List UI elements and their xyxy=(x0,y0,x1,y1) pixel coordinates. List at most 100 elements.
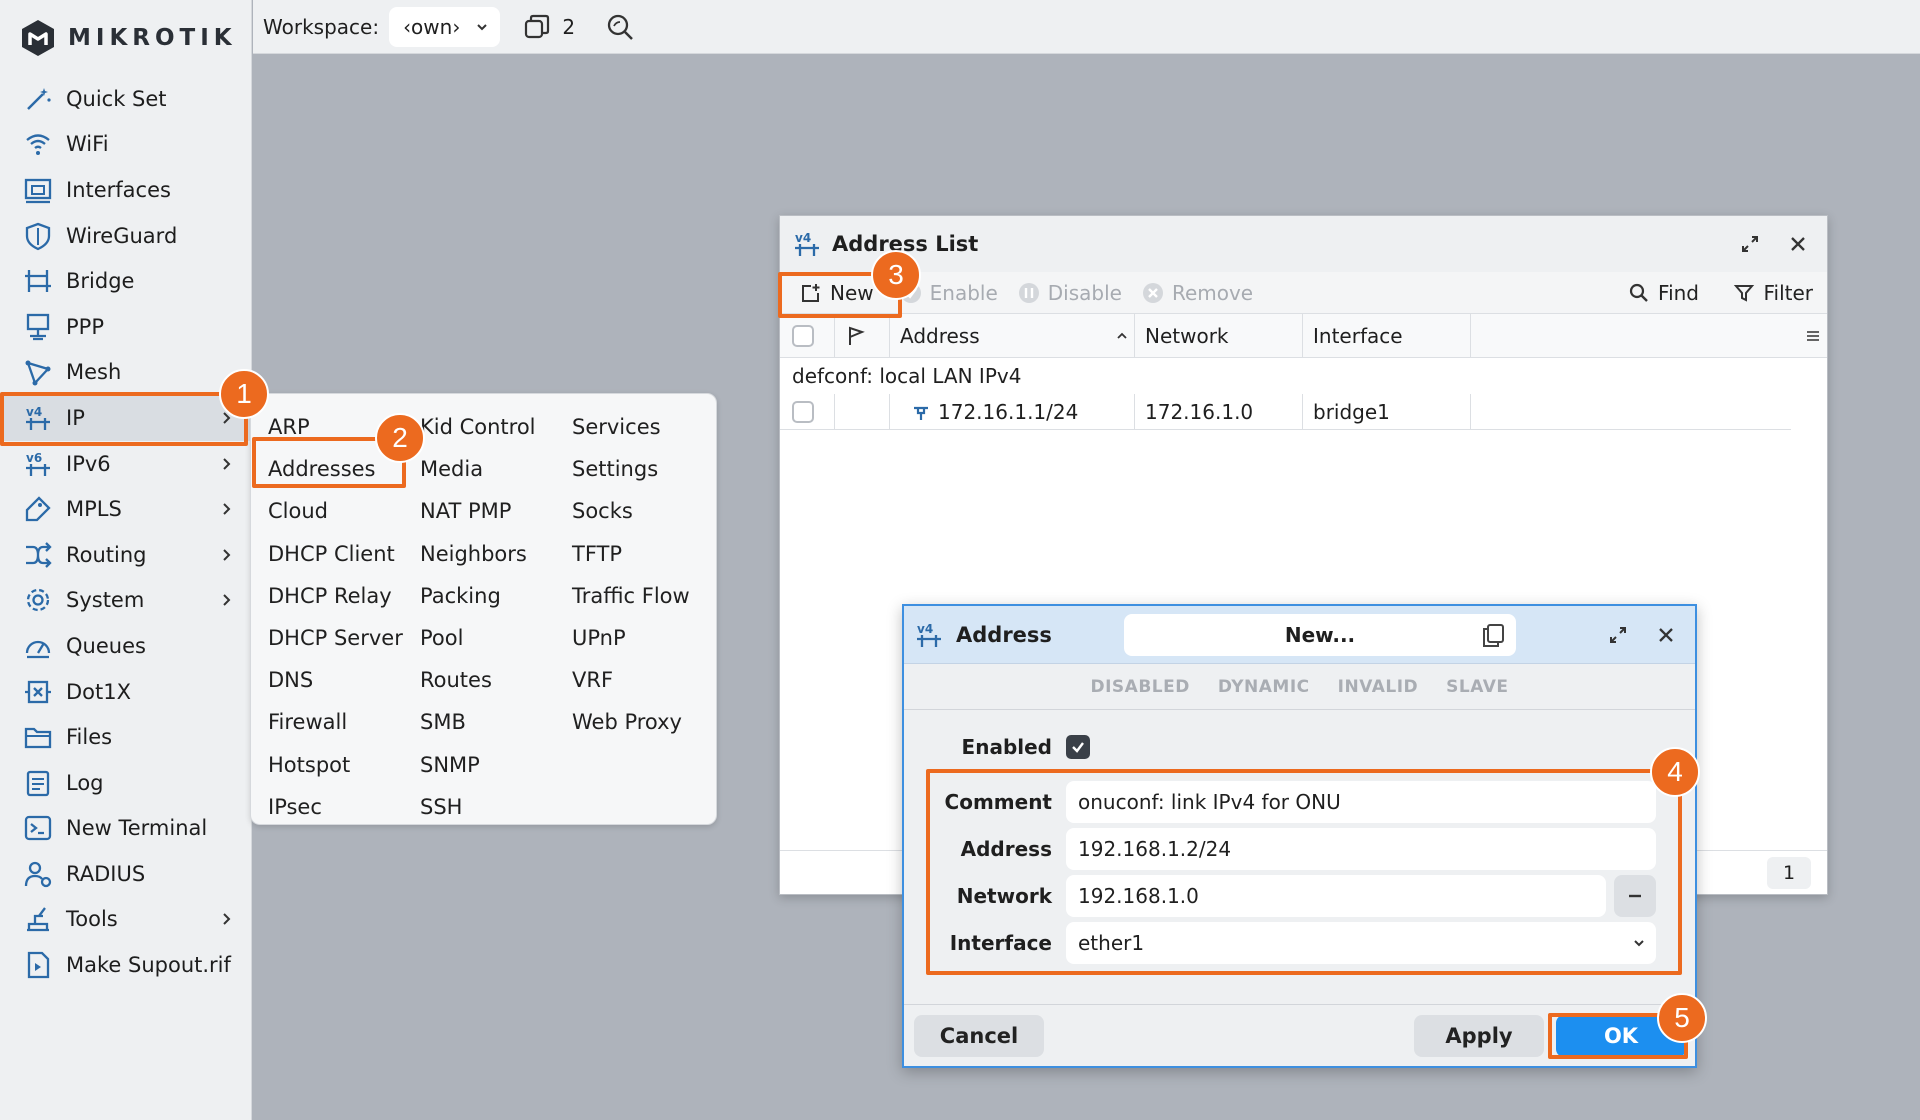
sidebar-item-label: MPLS xyxy=(66,497,122,522)
network-input[interactable]: 192.168.1.0 xyxy=(1066,875,1606,917)
search-zoom-icon[interactable] xyxy=(605,12,635,42)
comment-input[interactable]: onuconf: link IPv4 for ONU xyxy=(1066,781,1656,823)
menu-item-upnp[interactable]: UPnP xyxy=(562,617,714,659)
sidebar-item-dot1x[interactable]: Dot1X xyxy=(0,669,252,715)
sidebar-item-interfaces[interactable]: Interfaces xyxy=(0,167,252,213)
menu-item-ssh[interactable]: SSH xyxy=(410,786,562,828)
sidebar: MIKROTIK Quick Set WiFi Interfaces WireG… xyxy=(0,0,252,1120)
sidebar-item-queues[interactable]: Queues xyxy=(0,623,252,669)
minus-icon xyxy=(1629,894,1641,898)
copy-icon[interactable] xyxy=(1480,622,1506,648)
menu-item-dhcp-client[interactable]: DHCP Client xyxy=(258,533,410,575)
column-menu-icon[interactable] xyxy=(1805,328,1821,344)
menu-item-tftp[interactable]: TFTP xyxy=(562,533,714,575)
dialog-name-field[interactable]: New... xyxy=(1124,614,1516,656)
select-all-checkbox[interactable] xyxy=(792,324,814,347)
new-button[interactable]: New xyxy=(790,281,884,305)
address-list-titlebar[interactable]: v4 Address List xyxy=(780,216,1827,272)
sidebar-item-routing[interactable]: Routing xyxy=(0,532,252,578)
sidebar-item-ppp[interactable]: PPP xyxy=(0,304,252,350)
menu-item-routes[interactable]: Routes xyxy=(410,659,562,701)
sidebar-item-label: Files xyxy=(66,725,113,750)
sidebar-item-label: PPP xyxy=(66,314,104,339)
menu-item-ipsec[interactable]: IPsec xyxy=(258,786,410,828)
table-row[interactable]: 172.16.1.1/24 172.16.1.0 bridge1 xyxy=(780,393,1791,430)
close-icon[interactable] xyxy=(1655,624,1677,646)
menu-item-cloud[interactable]: Cloud xyxy=(258,490,410,532)
menu-item-media[interactable]: Media xyxy=(410,448,562,490)
sidebar-item-make-supout[interactable]: Make Supout.rif xyxy=(0,942,252,988)
sidebar-item-label: Tools xyxy=(66,907,118,932)
flag-icon xyxy=(849,326,865,345)
workspace-select[interactable]: ‹own› xyxy=(389,6,501,47)
apply-button[interactable]: Apply xyxy=(1414,1015,1544,1057)
ip-submenu: ARP Addresses Cloud DHCP Client DHCP Rel… xyxy=(250,393,717,825)
remove-button[interactable]: Remove xyxy=(1132,281,1263,305)
sidebar-item-bridge[interactable]: Bridge xyxy=(0,258,252,304)
address-input[interactable]: 192.168.1.2/24 xyxy=(1066,828,1656,870)
menu-item-hotspot[interactable]: Hotspot xyxy=(258,744,410,786)
interface-row: Interface ether1 xyxy=(904,922,1656,964)
menu-item-smb[interactable]: SMB xyxy=(410,701,562,743)
tools-icon xyxy=(22,903,54,935)
flag-invalid: INVALID xyxy=(1337,676,1419,697)
menu-item-firewall[interactable]: Firewall xyxy=(258,701,410,743)
menu-item-pool[interactable]: Pool xyxy=(410,617,562,659)
file-icon xyxy=(22,949,54,981)
menu-item-services[interactable]: Services xyxy=(562,406,714,448)
menu-item-nat-pmp[interactable]: NAT PMP xyxy=(410,490,562,532)
column-network[interactable]: Network xyxy=(1135,313,1303,358)
row-interface-cell: bridge1 xyxy=(1303,393,1471,430)
menu-item-neighbors[interactable]: Neighbors xyxy=(410,533,562,575)
sidebar-item-system[interactable]: System xyxy=(0,578,252,624)
sidebar-item-radius[interactable]: RADIUS xyxy=(0,851,252,897)
sidebar-nav: Quick Set WiFi Interfaces WireGuard Brid… xyxy=(0,76,252,988)
sidebar-item-ip[interactable]: v4 IP xyxy=(0,395,252,441)
menu-item-dhcp-server[interactable]: DHCP Server xyxy=(258,617,410,659)
sort-ascending-icon xyxy=(1117,332,1127,339)
maximize-icon[interactable] xyxy=(1607,624,1629,646)
column-address[interactable]: Address xyxy=(890,313,1135,358)
close-icon[interactable] xyxy=(1787,233,1809,255)
sidebar-item-tools[interactable]: Tools xyxy=(0,897,252,943)
find-button[interactable]: Find xyxy=(1618,281,1709,305)
menu-item-kid-control[interactable]: Kid Control xyxy=(410,406,562,448)
sidebar-item-mesh[interactable]: Mesh xyxy=(0,350,252,396)
row-interface: bridge1 xyxy=(1313,399,1390,424)
flag-slave: SLAVE xyxy=(1446,676,1509,697)
flag-disabled: DISABLED xyxy=(1090,676,1190,697)
interface-select[interactable]: ether1 xyxy=(1066,922,1656,964)
filter-button[interactable]: Filter xyxy=(1723,281,1823,305)
disable-button[interactable]: Disable xyxy=(1008,281,1132,305)
sidebar-item-files[interactable]: Files xyxy=(0,714,252,760)
sidebar-item-quick-set[interactable]: Quick Set xyxy=(0,76,252,122)
sidebar-item-log[interactable]: Log xyxy=(0,760,252,806)
menu-item-socks[interactable]: Socks xyxy=(562,490,714,532)
menu-item-dns[interactable]: DNS xyxy=(258,659,410,701)
menu-item-web-proxy[interactable]: Web Proxy xyxy=(562,701,714,743)
sidebar-item-wireguard[interactable]: WireGuard xyxy=(0,213,252,259)
flag-column[interactable] xyxy=(835,313,890,358)
menu-item-settings[interactable]: Settings xyxy=(562,448,714,490)
dot1x-icon xyxy=(22,676,54,708)
column-interface[interactable]: Interface xyxy=(1303,313,1471,358)
sidebar-item-mpls[interactable]: MPLS xyxy=(0,486,252,532)
row-checkbox[interactable] xyxy=(792,400,814,423)
folder-icon xyxy=(22,721,54,753)
menu-item-snmp[interactable]: SNMP xyxy=(410,744,562,786)
network-remove-button[interactable] xyxy=(1614,875,1656,917)
sidebar-item-label: RADIUS xyxy=(66,861,146,886)
maximize-icon[interactable] xyxy=(1739,233,1761,255)
windows-counter[interactable]: 2 xyxy=(522,12,575,42)
menu-item-packing[interactable]: Packing xyxy=(410,575,562,617)
menu-item-traffic-flow[interactable]: Traffic Flow xyxy=(562,575,714,617)
comment-label: Comment xyxy=(944,790,1052,814)
sidebar-item-ipv6[interactable]: v6 IPv6 xyxy=(0,441,252,487)
enabled-checkbox[interactable] xyxy=(1066,735,1090,759)
menu-item-vrf[interactable]: VRF xyxy=(562,659,714,701)
address-dialog-titlebar[interactable]: v4 Address New... xyxy=(904,606,1695,664)
sidebar-item-new-terminal[interactable]: New Terminal xyxy=(0,806,252,852)
cancel-button[interactable]: Cancel xyxy=(914,1015,1044,1057)
menu-item-dhcp-relay[interactable]: DHCP Relay xyxy=(258,575,410,617)
sidebar-item-wifi[interactable]: WiFi xyxy=(0,122,252,168)
